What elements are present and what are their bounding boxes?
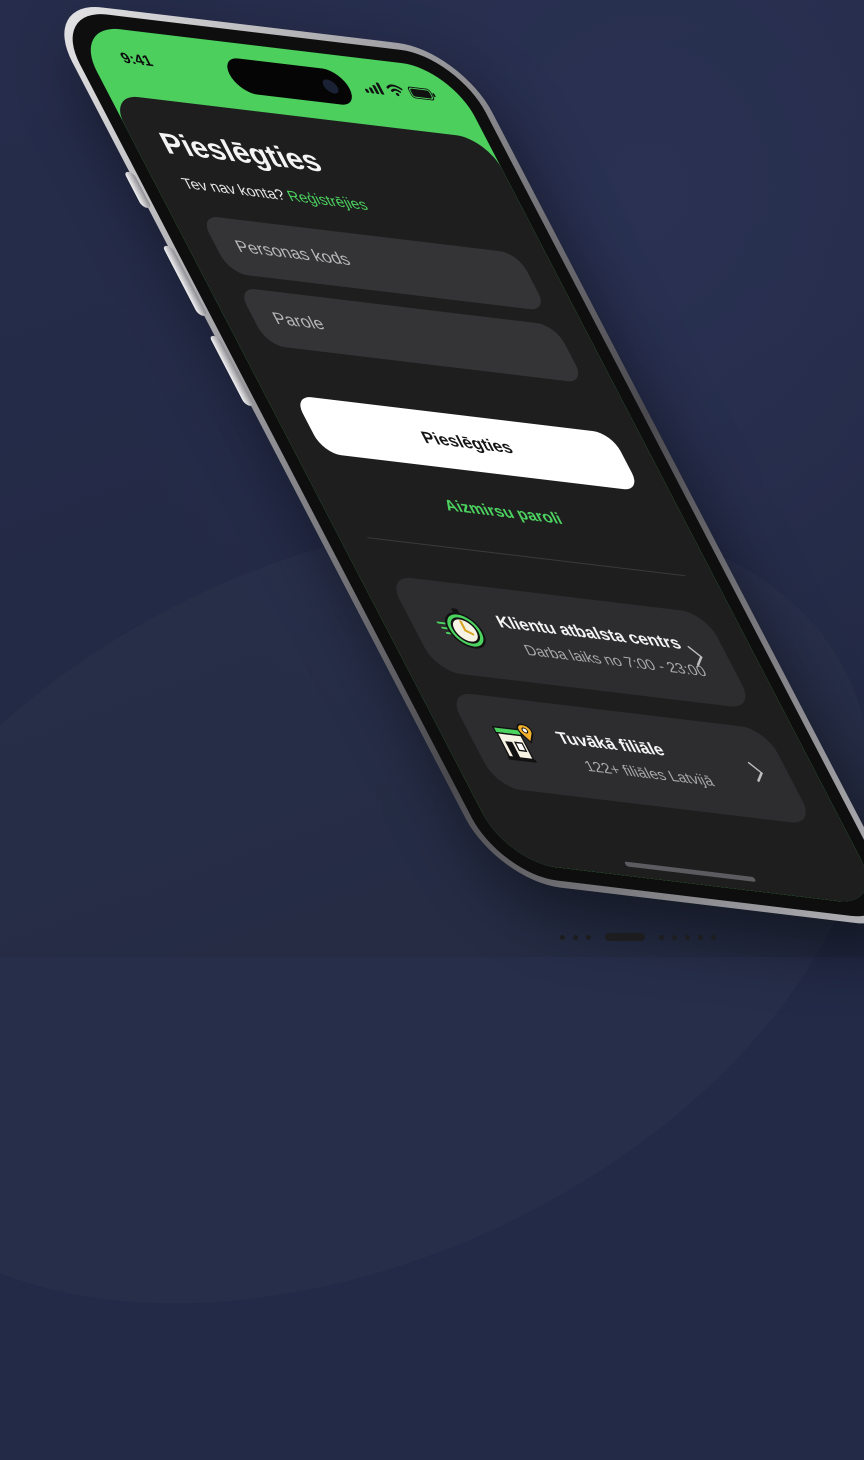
speaker-hole <box>573 935 578 940</box>
wifi-icon <box>384 84 406 98</box>
signal-icon <box>360 81 384 95</box>
camera-lens <box>320 79 341 95</box>
forgot-password-link[interactable]: Aizmirsu paroli <box>310 482 697 545</box>
speaker-hole <box>586 935 591 940</box>
signup-link[interactable]: Reģistrējies <box>284 188 371 214</box>
branch-card-title: Tuvākā filiāle <box>553 728 669 761</box>
clock-icon <box>425 602 495 654</box>
login-button[interactable]: Pieslēgties <box>293 395 641 491</box>
store-location-icon <box>486 718 556 770</box>
speaker-hole <box>698 935 703 940</box>
support-center-card[interactable]: Klientu atbalsta centrs Darba laiks no 7… <box>387 575 755 709</box>
page-title: Pieslēgties <box>154 127 328 180</box>
branch-card-subtitle: 122+ filiāles Latvijā <box>581 758 717 790</box>
battery-icon <box>406 86 438 101</box>
status-time: 9:41 <box>117 50 156 71</box>
signup-prompt: Tev nav konta? <box>179 175 289 204</box>
charging-port <box>605 933 645 941</box>
speaker-hole <box>685 935 690 940</box>
dynamic-island <box>220 56 359 106</box>
speaker-hole <box>672 935 677 940</box>
speaker-hole <box>659 935 664 940</box>
speaker-hole <box>711 935 716 940</box>
home-indicator <box>624 861 757 882</box>
status-icons <box>360 81 438 102</box>
speaker-hole <box>560 935 565 940</box>
chevron-right-icon <box>746 761 769 784</box>
signup-row: Tev nav konta? Reģistrējies <box>179 175 371 214</box>
phone-bottom-edge <box>560 925 820 949</box>
support-card-title: Klientu atbalsta centrs <box>492 612 685 654</box>
divider <box>367 537 686 576</box>
nearest-branch-card[interactable]: Tuvākā filiāle 122+ filiāles Latvijā <box>447 691 815 825</box>
